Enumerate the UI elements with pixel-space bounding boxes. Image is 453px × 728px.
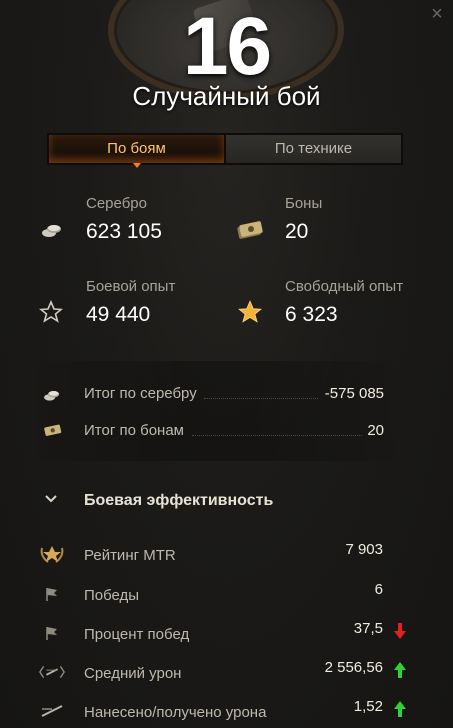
- row-leader-dots: [204, 398, 318, 399]
- trend-up-icon: [394, 701, 406, 717]
- bonds-total-row: Итог по бонам 20: [84, 420, 384, 442]
- avg-damage-value: 2 556,56: [324, 659, 383, 676]
- efficiency-row-mtr: Рейтинг MTR 7 903: [38, 541, 410, 567]
- free-xp-label: Свободный опыт: [285, 278, 404, 295]
- row-leader-dots: [192, 435, 362, 436]
- star-gold-icon: [236, 298, 264, 326]
- tab-by-vehicles[interactable]: По технике: [224, 135, 401, 163]
- mtr-label: Рейтинг MTR: [84, 547, 176, 564]
- silver-coins-icon: [38, 216, 66, 244]
- damage-ratio-value: 1,52: [353, 698, 383, 715]
- flag-icon: [38, 620, 66, 646]
- bonds-icon: [38, 417, 66, 445]
- winrate-value: 37,5: [353, 620, 383, 637]
- efficiency-title: Боевая эффективность: [84, 492, 274, 509]
- free-xp-stat: Свободный опыт 6 323: [285, 278, 403, 328]
- star-outline-icon: [37, 298, 65, 326]
- battle-xp-stat: Боевой опыт 49 440: [86, 278, 175, 328]
- trend-down-icon: [394, 623, 406, 639]
- battle-type-title: Случайный бой: [132, 81, 321, 111]
- flag-icon: [38, 581, 66, 607]
- winrate-label: Процент побед: [84, 626, 190, 643]
- efficiency-section-header[interactable]: Боевая эффективность: [40, 490, 400, 516]
- silver-total-label: Итог по серебру: [84, 385, 197, 402]
- silver-total-row: Итог по серебру -575 085: [84, 383, 384, 405]
- bonds-total-label: Итог по бонам: [84, 422, 184, 439]
- silver-total-value: -575 085: [324, 385, 384, 402]
- damage-ratio-label: Нанесено/получено урона: [84, 704, 267, 721]
- battle-xp-label: Боевой опыт: [86, 278, 176, 295]
- bonds-value: 20: [285, 220, 309, 243]
- efficiency-row-wins: Победы 6: [38, 581, 410, 607]
- battle-xp-value: 49 440: [86, 303, 151, 326]
- bonds-total-value: 20: [367, 422, 384, 439]
- silver-label: Серебро: [86, 195, 147, 212]
- tab-by-battles[interactable]: По боям: [49, 135, 224, 168]
- silver-value: 623 105: [86, 220, 162, 243]
- bonds-label: Боны: [285, 195, 323, 212]
- summary-panel: [38, 361, 396, 461]
- efficiency-row-damage-ratio: Нанесено/получено урона 1,52: [38, 698, 410, 724]
- mtr-value: 7 903: [345, 541, 383, 558]
- free-xp-value: 6 323: [285, 303, 338, 326]
- efficiency-row-winrate: Процент побед 37,5: [38, 620, 410, 646]
- bonds-stat: Боны 20: [285, 195, 322, 245]
- damage-icon: [38, 659, 66, 685]
- tab-bar: По боям По технике: [47, 133, 403, 168]
- bonds-icon: [236, 216, 264, 244]
- silver-coins-icon: [38, 381, 66, 409]
- chevron-down-icon[interactable]: [44, 492, 58, 506]
- efficiency-row-avg-damage: Средний урон 2 556,56: [38, 659, 410, 685]
- silver-stat: Серебро 623 105: [86, 195, 162, 245]
- wins-value: 6: [374, 581, 383, 598]
- mtr-rating-icon: [38, 541, 66, 567]
- trend-up-icon: [394, 662, 406, 678]
- avg-damage-label: Средний урон: [84, 665, 182, 682]
- wins-label: Победы: [84, 587, 140, 604]
- damage-ratio-icon: [38, 698, 66, 724]
- battle-count: 16: [182, 1, 272, 92]
